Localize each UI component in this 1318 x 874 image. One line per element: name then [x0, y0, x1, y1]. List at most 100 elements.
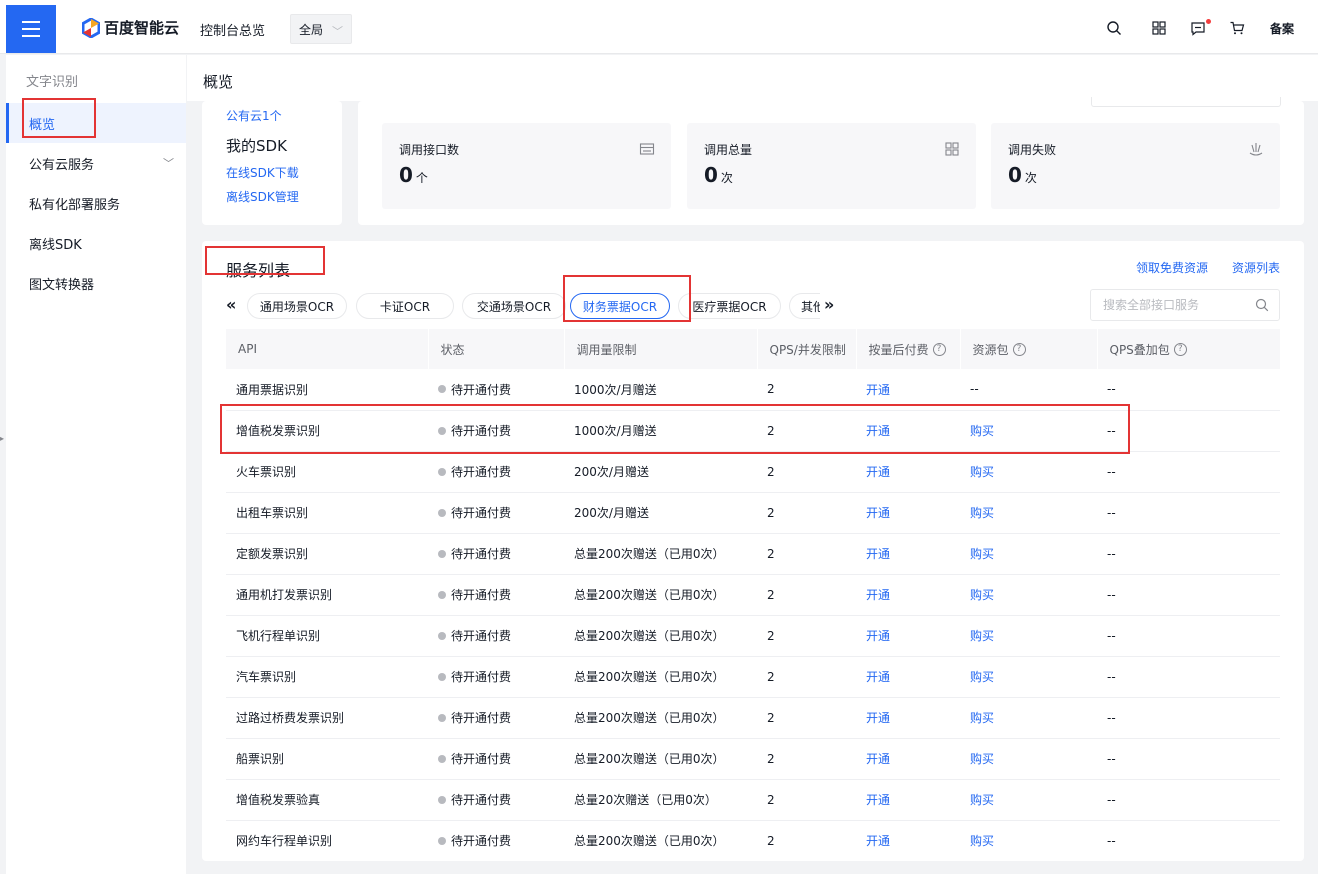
column-header-call-limit: 调用量限制: [564, 329, 758, 369]
cell-api-name: 通用机打发票识别: [226, 574, 428, 616]
online-sdk-download-link[interactable]: 在线SDK下载: [226, 164, 299, 181]
free-resources-link[interactable]: 领取免费资源: [1136, 259, 1208, 276]
cell-postpaid-action: 开通: [856, 574, 960, 616]
cell-postpaid-action: 开通: [856, 410, 960, 452]
cell-call-limit: 总量200次赠送（已用0次）: [564, 574, 757, 616]
menu-icon[interactable]: [6, 5, 56, 53]
cell-postpaid-action: 开通: [856, 779, 960, 821]
cell-qps-limit: 2: [757, 369, 856, 411]
apps-grid-icon[interactable]: [1151, 20, 1167, 36]
status-dot-icon: [438, 754, 446, 763]
sidebar-item-image-converter[interactable]: 图文转换器: [6, 263, 186, 303]
time-range-select[interactable]: [1091, 97, 1281, 107]
buy-link[interactable]: 购买: [970, 424, 994, 438]
cell-text: --: [1107, 423, 1116, 438]
sidebar-item-label: 图文转换器: [29, 277, 95, 293]
tab-traffic-ocr[interactable]: 交通场景OCR: [462, 293, 566, 319]
filing-link[interactable]: 备案: [1270, 20, 1294, 37]
help-icon[interactable]: ?: [932, 342, 946, 356]
sidebar-item-offline-sdk[interactable]: 离线SDK: [6, 223, 186, 263]
sidebar-item-public-cloud[interactable]: 公有云服务 ﹀: [6, 143, 186, 183]
search-icon[interactable]: [1106, 20, 1122, 36]
cell-text: 待开通付费: [451, 547, 512, 561]
buy-link[interactable]: 购买: [970, 752, 994, 766]
stat-total-calls: 调用总量 0次: [687, 123, 976, 209]
cell-text: 飞机行程单识别: [236, 629, 321, 643]
message-icon[interactable]: [1190, 20, 1206, 36]
offline-sdk-manage-link[interactable]: 离线SDK管理: [226, 188, 299, 205]
cell-resource-pack-action: 购买: [960, 656, 1097, 698]
sidebar-item-overview[interactable]: 概览: [6, 103, 186, 143]
cell-postpaid-action: 开通: [856, 615, 960, 657]
cell-api-name: 过路过桥费发票识别: [226, 697, 428, 739]
buy-link[interactable]: 购买: [970, 834, 994, 848]
sidebar-item-label: 私有化部署服务: [29, 197, 121, 213]
activate-link[interactable]: 开通: [866, 793, 890, 807]
cell-qps-limit: 2: [757, 697, 856, 739]
cell-text: --: [1107, 464, 1116, 479]
table-row: 通用票据识别 待开通付费 1000次/月赠送 2 开通 -- --: [226, 369, 1280, 411]
tabs-prev-icon[interactable]: «: [226, 295, 236, 314]
status-dot-icon: [438, 508, 446, 517]
stat-value: 0次: [704, 163, 733, 187]
resource-list-link[interactable]: 资源列表: [1232, 259, 1280, 276]
tab-medical-ocr[interactable]: 医疗票据OCR: [678, 293, 781, 319]
activate-link[interactable]: 开通: [866, 547, 890, 561]
help-icon[interactable]: ?: [1173, 342, 1187, 356]
console-overview-link[interactable]: 控制台总览: [200, 20, 265, 39]
activate-link[interactable]: 开通: [866, 670, 890, 684]
cell-call-limit: 总量200次赠送（已用0次）: [564, 738, 757, 780]
search-input[interactable]: [1103, 290, 1253, 320]
activate-link[interactable]: 开通: [866, 752, 890, 766]
tabs-next-icon[interactable]: »: [824, 295, 834, 314]
buy-link[interactable]: 购买: [970, 547, 994, 561]
cell-api-name: 增值税发票识别: [226, 410, 428, 452]
cell-call-limit: 200次/月赠送: [564, 451, 757, 493]
buy-link[interactable]: 购买: [970, 465, 994, 479]
cell-text: 总量200次赠送（已用0次）: [574, 752, 725, 766]
cell-text: --: [1107, 505, 1116, 520]
cell-api-name: 火车票识别: [226, 451, 428, 493]
activate-link[interactable]: 开通: [866, 506, 890, 520]
tab-general-ocr[interactable]: 通用场景OCR: [247, 293, 347, 319]
cell-qps-limit: 2: [757, 779, 856, 821]
brand-logo[interactable]: 百度智能云: [82, 17, 179, 38]
buy-link[interactable]: 购买: [970, 670, 994, 684]
cell-qps-limit: 2: [757, 615, 856, 657]
tab-finance-ocr[interactable]: 财务票据OCR: [570, 293, 670, 319]
region-select[interactable]: 全局 ﹀: [290, 14, 352, 44]
buy-link[interactable]: 购买: [970, 588, 994, 602]
cell-text: 待开通付费: [451, 382, 512, 397]
tab-other[interactable]: 其他: [789, 293, 820, 319]
sidebar-item-private-deploy[interactable]: 私有化部署服务: [6, 183, 186, 223]
buy-link[interactable]: 购买: [970, 793, 994, 807]
cell-call-limit: 总量200次赠送（已用0次）: [564, 820, 757, 861]
category-tabs: « 通用场景OCR 卡证OCR 交通场景OCR 财务票据OCR 医疗票据OCR …: [226, 293, 834, 319]
activate-link[interactable]: 开通: [866, 465, 890, 479]
buy-link[interactable]: 购买: [970, 629, 994, 643]
cell-qps-pack: --: [1097, 820, 1280, 861]
public-cloud-count-link[interactable]: 公有云1个: [226, 107, 282, 124]
status-dot-icon: [438, 385, 446, 394]
buy-link[interactable]: 购买: [970, 506, 994, 520]
help-icon[interactable]: ?: [1012, 342, 1026, 356]
sidebar-collapse-icon[interactable]: ▸: [0, 434, 4, 443]
cell-text: 待开通付费: [451, 506, 512, 520]
cell-text: 通用机打发票识别: [236, 588, 333, 602]
activate-link[interactable]: 开通: [866, 588, 890, 602]
cell-qps-pack: --: [1097, 656, 1280, 698]
cell-text: 待开通付费: [451, 834, 512, 848]
activate-link[interactable]: 开通: [866, 629, 890, 643]
cell-text: 2: [767, 792, 775, 807]
activate-link[interactable]: 开通: [866, 834, 890, 848]
cell-text: 2: [767, 464, 775, 479]
tab-card-ocr[interactable]: 卡证OCR: [356, 293, 454, 319]
stat-value: 0次: [1008, 163, 1037, 187]
search-icon[interactable]: [1255, 298, 1269, 312]
cell-postpaid-action: 开通: [856, 697, 960, 739]
buy-link[interactable]: 购买: [970, 711, 994, 725]
cart-icon[interactable]: [1229, 20, 1245, 36]
activate-link[interactable]: 开通: [866, 383, 890, 397]
activate-link[interactable]: 开通: [866, 711, 890, 725]
activate-link[interactable]: 开通: [866, 424, 890, 438]
